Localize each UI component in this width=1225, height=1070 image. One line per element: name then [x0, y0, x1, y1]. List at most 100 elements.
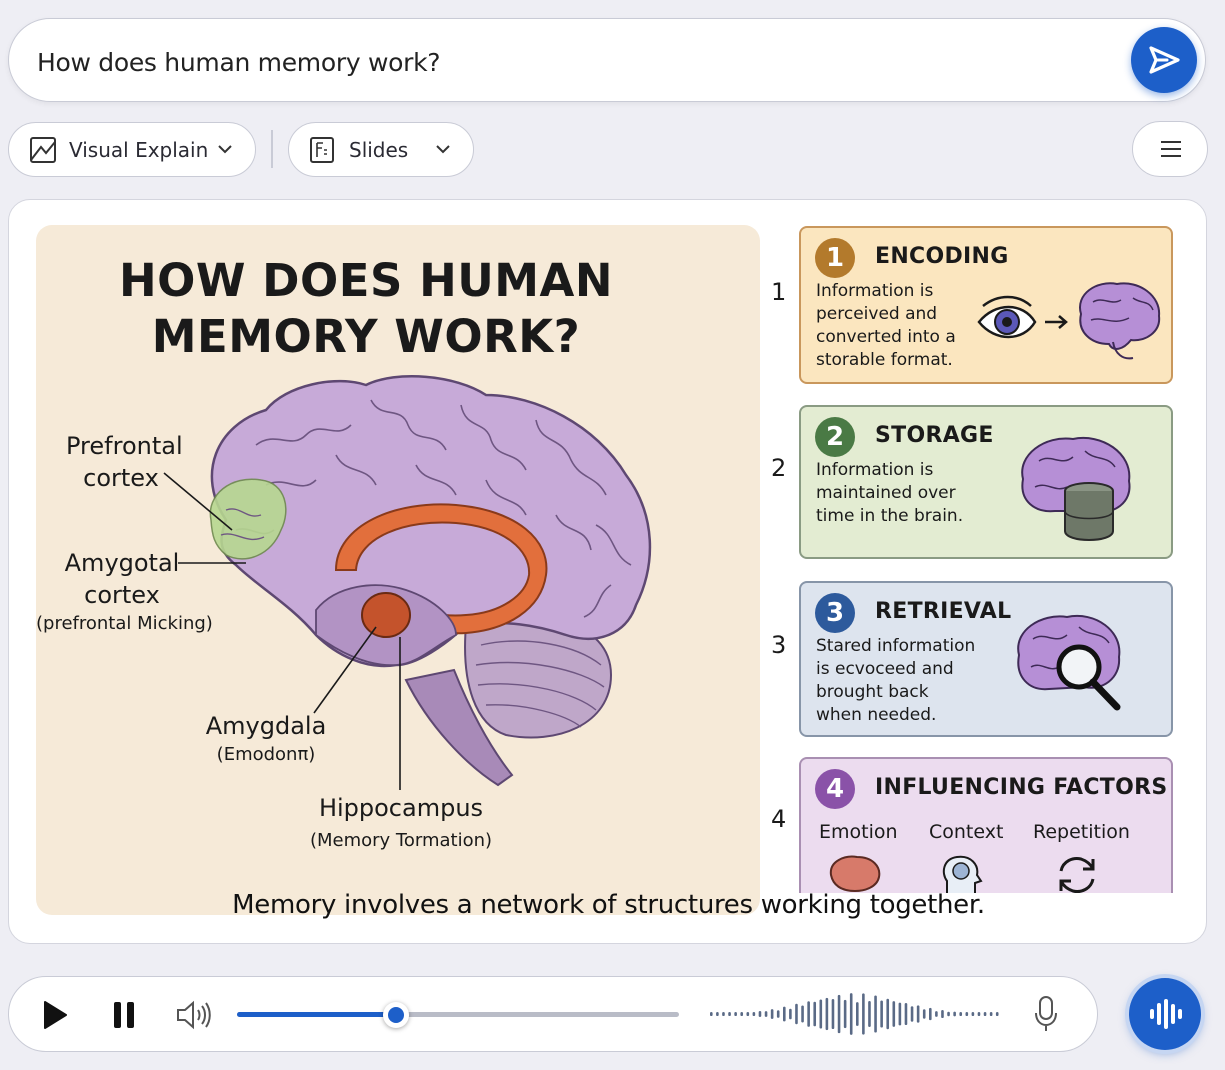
waveform-bar — [831, 998, 835, 1030]
label-amygdala: Amygdala (Emodonπ) — [205, 712, 327, 765]
progress-track[interactable] — [237, 1002, 679, 1028]
step-number: 1 — [771, 278, 787, 306]
waveform-bar — [989, 1012, 993, 1016]
slides-label: Slides — [349, 138, 409, 162]
waveform-bar — [849, 993, 853, 1035]
waveform-bar — [783, 1006, 786, 1022]
context-head-icon — [942, 855, 983, 893]
waveform-bar — [929, 1007, 932, 1021]
voice-wave-icon — [1150, 999, 1182, 1029]
factor-emotion: Emotion — [819, 821, 898, 843]
waveform-bar — [795, 1003, 798, 1025]
emotion-icon — [829, 855, 881, 893]
chevron-down-icon — [218, 145, 232, 154]
step-number: 4 — [771, 805, 787, 833]
waveform-bar — [856, 1002, 859, 1026]
waveform-bar — [953, 1011, 956, 1017]
step-badge: 2 — [815, 417, 855, 457]
brain-magnifier-icon — [1017, 614, 1121, 711]
label-amygotal-cortex: Amygotal cortex (prefrontal Micking) — [36, 549, 213, 634]
volume-icon[interactable] — [175, 998, 213, 1032]
factor-repetition: Repetition — [1033, 821, 1130, 843]
pause-icon[interactable] — [111, 1000, 137, 1030]
brain-illustration: HOW DOES HUMAN MEMORY WORK? Prefrontal c… — [36, 225, 760, 915]
waveform-bar — [898, 1002, 902, 1026]
step-title: INFLUENCING FACTORS — [875, 775, 1168, 800]
visual-explain-panel: HOW DOES HUMAN MEMORY WORK? Prefrontal c… — [8, 199, 1207, 944]
query-text[interactable]: How does human memory work? — [37, 48, 441, 77]
step-description: Stared information is ecvoceed and broug… — [816, 636, 976, 725]
waveform-bar — [801, 1005, 804, 1023]
label-prefrontal-cortex: Prefrontal cortex — [66, 432, 183, 492]
waveform-bar — [916, 1005, 920, 1023]
illustration-caption: Memory involves a network of structures … — [232, 890, 985, 920]
visual-explain-label: Visual Explain — [69, 138, 209, 162]
waveform-bar — [776, 1010, 780, 1018]
waveform-bar — [843, 999, 847, 1029]
step-card-encoding: 1 ENCODING Information is perceived and … — [799, 226, 1173, 384]
waveform-bar — [825, 997, 829, 1031]
waveform-bar — [764, 1011, 768, 1017]
send-button[interactable] — [1131, 27, 1197, 93]
step-badge: 1 — [815, 238, 855, 278]
step-badge: 4 — [815, 769, 855, 809]
step-number: 3 — [771, 631, 787, 659]
waveform-bar — [922, 1009, 926, 1019]
visual-explain-dropdown[interactable]: Visual Explain — [8, 122, 256, 177]
eye-to-brain-icon — [977, 282, 1161, 360]
slides-dropdown[interactable]: Slides — [288, 122, 474, 177]
waveform-bar — [995, 1012, 999, 1016]
step-description: Information is perceived and converted i… — [816, 281, 956, 370]
waveform-bar — [892, 1001, 896, 1027]
waveform-bar — [862, 993, 865, 1035]
slides-icon — [310, 137, 334, 163]
send-icon — [1149, 46, 1180, 74]
waveform-bar — [880, 1000, 883, 1028]
document-chart-icon — [30, 137, 56, 163]
step-description: Information is maintained over time in t… — [816, 460, 964, 526]
waveform-bar — [910, 1006, 914, 1022]
waveform-bar — [807, 1001, 810, 1027]
waveform-bar — [734, 1012, 737, 1016]
progress-thumb[interactable] — [383, 1002, 410, 1028]
waveform-bar — [971, 1012, 975, 1016]
step-title: STORAGE — [875, 423, 994, 448]
step-card-storage: 2 STORAGE Information is maintained over… — [799, 405, 1173, 559]
waveform-bar — [965, 1012, 969, 1016]
menu-icon — [1161, 141, 1181, 143]
step-badge: 3 — [815, 593, 855, 633]
step-card-retrieval: 3 RETRIEVAL Stared information is ecvoce… — [799, 581, 1173, 737]
audio-waveform — [710, 993, 999, 1035]
toolbar-divider — [271, 130, 273, 168]
waveform-bar — [868, 1001, 871, 1027]
microphone-icon[interactable] — [1033, 995, 1059, 1033]
waveform-bar — [819, 999, 823, 1029]
audio-player — [8, 976, 1098, 1052]
waveform-bar — [716, 1012, 719, 1016]
waveform-bar — [941, 1010, 944, 1018]
waveform-bar — [935, 1011, 938, 1017]
step-title: ENCODING — [875, 244, 1009, 269]
waveform-bar — [977, 1012, 981, 1016]
step-card-influencing-factors: 4 INFLUENCING FACTORS Emotion Context Re… — [799, 757, 1173, 893]
query-bar[interactable]: How does human memory work? — [8, 18, 1206, 102]
menu-button[interactable] — [1132, 121, 1208, 177]
waveform-bar — [837, 994, 841, 1034]
step-title: RETRIEVAL — [875, 599, 1012, 624]
waveform-bar — [813, 1001, 817, 1027]
repetition-icon — [1059, 857, 1095, 893]
waveform-bar — [904, 1002, 908, 1026]
chevron-down-icon — [436, 145, 450, 154]
play-icon[interactable] — [41, 999, 69, 1031]
voice-mode-button[interactable] — [1129, 978, 1201, 1050]
waveform-bar — [770, 1009, 774, 1019]
waveform-bar — [728, 1012, 731, 1016]
factor-context: Context — [929, 821, 1004, 843]
waveform-bar — [874, 995, 877, 1033]
waveform-bar — [710, 1012, 713, 1016]
waveform-bar — [983, 1012, 987, 1016]
waveform-bar — [886, 998, 890, 1030]
waveform-bar — [740, 1012, 744, 1016]
waveform-bar — [758, 1011, 762, 1017]
waveform-bar — [722, 1012, 725, 1016]
